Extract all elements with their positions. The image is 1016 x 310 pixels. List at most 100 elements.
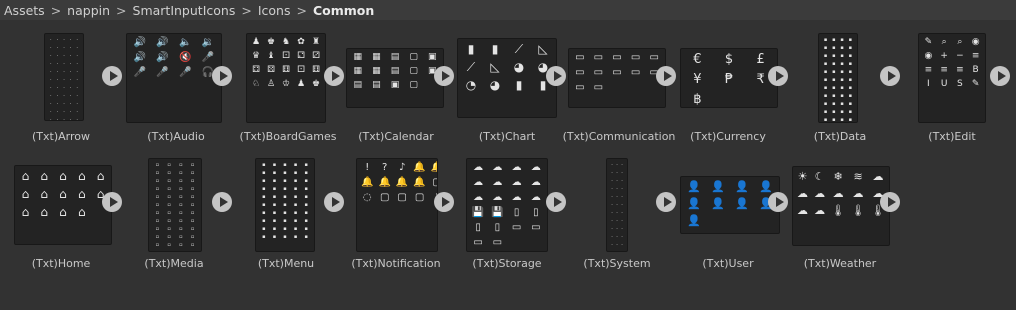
icon-glyph: · xyxy=(76,93,78,99)
communication-icon[interactable]: ▭ ▭ ▭ ▭ ▭ ▭ ▭ ▭ ▭ ▭ ▭ ▭ xyxy=(568,48,666,108)
icon-glyph: · xyxy=(56,37,59,43)
icon-glyph: ▪ xyxy=(832,53,836,59)
asset-label: (Txt)Edit xyxy=(928,130,976,143)
icon-glyph: ▪ xyxy=(262,178,266,184)
icon-glyph: ▪ xyxy=(823,101,828,107)
icon-glyph: · xyxy=(621,234,623,240)
play-button[interactable] xyxy=(102,192,122,212)
icon-glyph: 🌡 xyxy=(831,204,846,217)
icon-glyph: ▫ xyxy=(155,186,160,192)
icon-glyph: ▪ xyxy=(293,194,298,200)
icon-glyph: ▪ xyxy=(832,109,836,115)
icon-glyph: ▣ xyxy=(427,52,437,62)
icon-glyph: ⌂ xyxy=(77,187,86,201)
icon-glyph: · xyxy=(69,85,72,91)
asset-label: (Txt)Communication xyxy=(562,130,676,143)
icon-glyph: ▪ xyxy=(283,202,287,208)
icon-glyph: · xyxy=(50,45,52,51)
icon-glyph: 💾 xyxy=(491,207,504,218)
icon-glyph: ♟ xyxy=(251,37,261,47)
icon-glyph: · xyxy=(616,162,618,168)
audio-icon[interactable]: 🔊 🔊 🔈 🔉 🔊 🔊 🔇 🎤 🎤 🎤 🎤 🎧 xyxy=(126,33,222,123)
play-button[interactable] xyxy=(212,66,232,86)
calendar-icon[interactable]: ▦ ▦ ▤ ▢ ▣ ▦ ▦ ▤ ▢ ▣ ▤ ▤ ▣ ▢ xyxy=(346,48,444,108)
board-games-icon[interactable]: ♟ ♚ ♞ ✿ ♜ ♛ ♝ ⚀ ⚁ ⚂ ⚃ ⚄ ⚅ ⚀ ⚅ ♘ ♙ ♔ ♟ ♚ xyxy=(246,33,326,123)
icon-glyph: · xyxy=(69,77,72,83)
play-button[interactable] xyxy=(546,66,566,86)
crumb-icons[interactable]: Icons xyxy=(258,3,291,18)
icon-glyph: ♞ xyxy=(281,37,291,47)
icon-glyph: ▪ xyxy=(262,186,266,192)
icon-glyph: I xyxy=(927,79,930,89)
icon-glyph: ▫ xyxy=(190,202,195,208)
play-button[interactable] xyxy=(434,192,454,212)
play-button[interactable] xyxy=(768,66,788,86)
notification-icon[interactable]: !?♪🔔🔔🔔🔔🔔🔔▢◌▢▢▢! xyxy=(356,158,438,252)
asset-label: (Txt)Data xyxy=(813,130,867,143)
media-icon[interactable]: ▫ ▫ ▫ ▫ ▫ ▫ ▫ ▫ ▫ ▫ ▫ ▫ ▫ ▫ ▫ ▫ ▫ ▫ ▫ ▫ ▫ ▫ ▫ ▫ ▫ ▫ ▫ ▫ ▫ ▫ ▫ ▫ ▫ ▫ ▫ ▫ ▫ ▫ ▫ ▫… xyxy=(148,158,202,252)
play-button[interactable] xyxy=(656,192,676,212)
play-button[interactable] xyxy=(656,66,676,86)
crumb-nappin[interactable]: nappin xyxy=(67,3,110,18)
play-button[interactable] xyxy=(990,66,1010,86)
icon-glyph: ▫ xyxy=(179,194,183,200)
icon-glyph: ▪ xyxy=(823,69,828,75)
icon-glyph: ▭ xyxy=(531,222,541,233)
icon-glyph: 🔔 xyxy=(395,177,409,188)
icon-glyph: ▫ xyxy=(155,194,160,200)
icon-glyph: ▫ xyxy=(167,162,171,168)
icon-glyph: · xyxy=(616,234,618,240)
icon-glyph: ▪ xyxy=(304,170,308,176)
icon-glyph: 🔔 xyxy=(361,177,374,188)
play-button[interactable] xyxy=(434,66,454,86)
play-button[interactable] xyxy=(768,192,788,212)
icon-glyph: ◉ xyxy=(971,37,980,47)
icon-glyph: ▪ xyxy=(823,109,828,115)
crumb-assets[interactable]: Assets xyxy=(4,3,45,18)
icon-glyph: · xyxy=(616,251,618,252)
edit-icon[interactable]: ✎ ⌕ ⌕ ◉ ◉ + − ≡ ≡ ≡ ≡ B I U S ✎ xyxy=(918,33,986,123)
asset-label: (Txt)BoardGames xyxy=(239,130,337,143)
icon-glyph: ▭ xyxy=(630,67,641,78)
crumb-common[interactable]: Common xyxy=(313,3,374,18)
menu-icon[interactable]: ▪ ▪ ▪ ▪ ▪ ▪ ▪ ▪ ▪ ▪ ▪ ▪ ▪ ▪ ▪ ▪ ▪ ▪ ▪ ▪ ▪ ▪ ▪ ▪ ▪ ▪ ▪ ▪ ▪ ▪ ▪ ▪ ▪ ▪ ▪ ▪ ▪ ▪ ▪ ▪… xyxy=(255,158,315,252)
home-icon[interactable]: ⌂ ⌂ ⌂ ⌂ ⌂ ⌂ ⌂ ⌂ ⌂ ⌂ ⌂ ⌂ ⌂ ⌂ xyxy=(14,165,112,245)
icon-glyph: ▫ xyxy=(167,218,171,224)
play-button[interactable] xyxy=(324,192,344,212)
icon-glyph: · xyxy=(76,85,78,91)
icon-glyph: ▪ xyxy=(304,210,308,216)
chart-icon[interactable]: ▮ ▮ ⟋ ◺ ⟋ ◺ ◕ ◕ ◔ ◕ ▮ ▮ xyxy=(457,38,557,118)
icon-glyph: ▫ xyxy=(179,210,183,216)
icon-glyph: ▪ xyxy=(262,162,266,168)
icon-glyph: ▪ xyxy=(840,53,844,59)
icon-glyph: ▪ xyxy=(283,186,287,192)
play-button[interactable] xyxy=(212,192,232,212)
user-icon[interactable]: 👤 👤 👤 👤 👤 👤 👤 👤 👤 xyxy=(680,176,780,234)
asset-label: (Txt)Chart xyxy=(478,130,536,143)
data-icon[interactable]: ▪ ▪ ▪ ▪ ▪ ▪ ▪ ▪ ▪ ▪ ▪ ▪ ▪ ▪ ▪ ▪ ▪ ▪ ▪ ▪ ▪ ▪ ▪ ▪ ▪ ▪ ▪ ▪ ▪ ▪ ▪ ▪ ▪ ▪ ▪ ▪ ▪ ▪ ▪ ▪… xyxy=(818,33,858,123)
storage-icon[interactable]: ☁ ☁ ☁ ☁ ☁ ☁ ☁ ☁ ☁ ☁ ☁ ☁ 💾 💾 ▯ ▯ ▯ ▯ ▭ ▭ ▭ ▭ xyxy=(466,158,548,252)
play-button[interactable] xyxy=(880,192,900,212)
system-icon[interactable]: ········································… xyxy=(606,158,628,252)
weather-icon[interactable]: ☀ ☾ ❄ ≋ ☁ ☁ ☁ ☁ ☁ ☁ ☁ ☁ 🌡 🌡 🌡 xyxy=(792,166,890,246)
asset-label: (Txt)System xyxy=(583,257,651,270)
icon-glyph: ▪ xyxy=(283,218,287,224)
play-button[interactable] xyxy=(102,66,122,86)
icon-glyph: ▪ xyxy=(848,85,853,91)
play-button[interactable] xyxy=(546,192,566,212)
play-button[interactable] xyxy=(324,66,344,86)
icon-glyph: · xyxy=(621,218,623,224)
icon-glyph: ▪ xyxy=(283,210,287,216)
icon-glyph: ♔ xyxy=(281,79,291,89)
icon-glyph: ☾ xyxy=(814,170,825,183)
play-button[interactable] xyxy=(880,66,900,86)
currency-icon[interactable]: € $ £ ¥ ₱ ₹ ฿ xyxy=(680,48,778,108)
icon-glyph: ▫ xyxy=(155,202,160,208)
icon-glyph: · xyxy=(76,101,78,107)
arrow-icon[interactable]: · · · · · · · · · · · · · · · · · · · · · · · · · · · · · · · · · · · · · · · ·… xyxy=(44,33,84,121)
asset-label: (Txt)Media xyxy=(144,257,204,270)
icon-glyph: ▪ xyxy=(848,77,853,83)
icon-glyph: · xyxy=(611,170,613,176)
crumb-smartinputicons[interactable]: SmartInputIcons xyxy=(133,3,236,18)
icon-glyph: ▫ xyxy=(179,242,183,248)
